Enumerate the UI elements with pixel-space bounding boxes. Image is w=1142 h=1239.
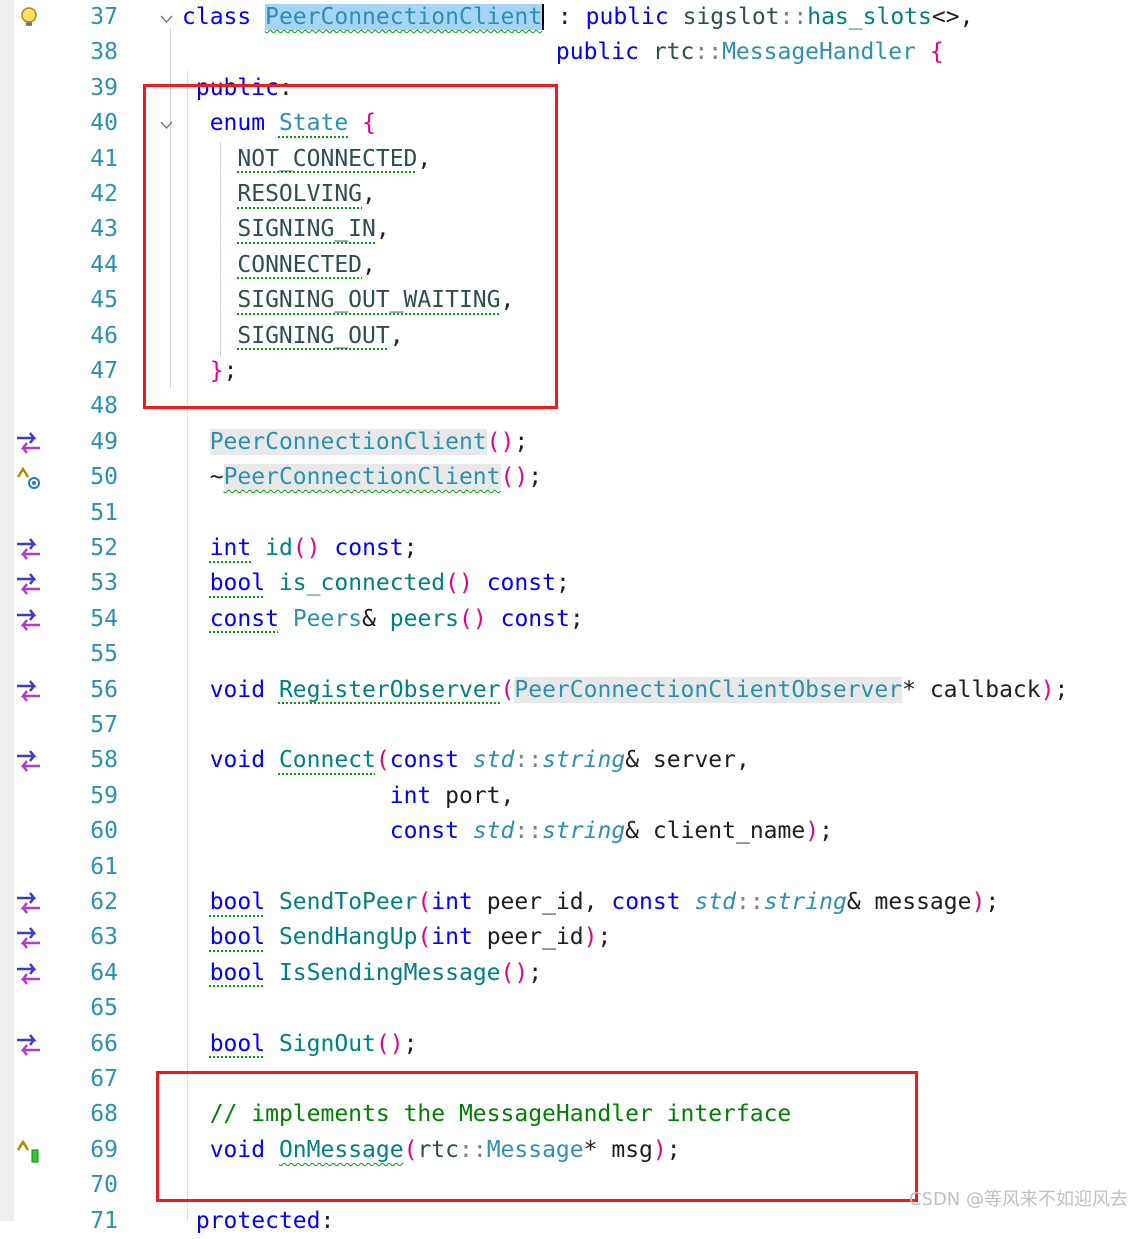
code-text[interactable]: bool SendToPeer(int peer_id, const std::… bbox=[182, 885, 999, 920]
code-line-53[interactable]: 53 bool is_connected() const; bbox=[0, 566, 1142, 601]
line-number: 39 bbox=[90, 74, 118, 101]
code-line-37[interactable]: 37 class PeerConnectionClient : public si… bbox=[0, 0, 1142, 35]
code-line-57[interactable]: 57 bbox=[0, 708, 1142, 743]
code-text[interactable]: PeerConnectionClient(); bbox=[182, 425, 528, 460]
line-number: 48 bbox=[90, 393, 118, 420]
code-line-66[interactable]: 66 bool SignOut(); bbox=[0, 1027, 1142, 1062]
line-number: 58 bbox=[90, 747, 118, 774]
code-line-60[interactable]: 60 const std::string& client_name); bbox=[0, 814, 1142, 849]
code-text[interactable]: int port, bbox=[182, 779, 515, 814]
line-number: 66 bbox=[90, 1030, 118, 1057]
annotation-box-enum-state bbox=[143, 84, 558, 409]
code-text[interactable]: public rtc::MessageHandler { bbox=[182, 35, 944, 70]
line-number: 65 bbox=[90, 995, 118, 1022]
line-number: 41 bbox=[90, 145, 118, 172]
line-number: 42 bbox=[90, 181, 118, 207]
code-text[interactable]: const Peers& peers() const; bbox=[182, 602, 584, 637]
line-number: 47 bbox=[90, 358, 118, 384]
line-number: 56 bbox=[90, 676, 118, 703]
go-to-definition-icon[interactable] bbox=[14, 1032, 44, 1058]
go-to-definition-icon[interactable] bbox=[14, 536, 44, 562]
go-to-definition-icon[interactable] bbox=[14, 890, 44, 916]
code-line-51[interactable]: 51 bbox=[0, 496, 1142, 531]
annotation-box-onmessage bbox=[156, 1071, 918, 1202]
line-number: 43 bbox=[90, 216, 118, 243]
line-number: 61 bbox=[90, 853, 118, 880]
code-text[interactable]: void RegisterObserver(PeerConnectionClie… bbox=[182, 673, 1068, 708]
line-number: 60 bbox=[90, 818, 118, 845]
code-line-38[interactable]: 38 public rtc::MessageHandler { bbox=[0, 35, 1142, 70]
go-to-definition-icon[interactable] bbox=[14, 430, 44, 456]
code-line-50[interactable]: 50 ~PeerConnectionClient(); bbox=[0, 460, 1142, 495]
line-number: 50 bbox=[90, 464, 118, 491]
code-line-64[interactable]: 64 bool IsSendingMessage(); bbox=[0, 956, 1142, 991]
code-line-59[interactable]: 59 int port, bbox=[0, 779, 1142, 814]
line-number: 63 bbox=[90, 924, 118, 951]
line-number: 45 bbox=[90, 287, 118, 314]
code-line-65[interactable]: 65 bbox=[0, 991, 1142, 1026]
line-number: 64 bbox=[90, 959, 118, 986]
code-text[interactable]: bool SendHangUp(int peer_id); bbox=[182, 920, 612, 955]
code-text[interactable]: bool is_connected() const; bbox=[182, 566, 570, 601]
line-number: 49 bbox=[90, 428, 118, 455]
line-number: 37 bbox=[90, 4, 118, 30]
line-number: 70 bbox=[90, 1172, 118, 1199]
line-number: 57 bbox=[90, 712, 118, 738]
line-number: 59 bbox=[90, 782, 118, 809]
lightbulb-icon[interactable] bbox=[14, 5, 44, 31]
go-to-definition-icon[interactable] bbox=[14, 607, 44, 633]
line-number: 40 bbox=[90, 110, 118, 137]
watermark: CSDN @等风来不如迎风去 bbox=[908, 1189, 1128, 1210]
go-to-definition-icon[interactable] bbox=[14, 678, 44, 704]
line-number: 71 bbox=[90, 1207, 118, 1234]
go-to-definition-icon[interactable] bbox=[14, 571, 44, 597]
implements-marker-icon[interactable] bbox=[14, 1138, 44, 1164]
line-number: 62 bbox=[90, 889, 118, 915]
go-to-definition-icon[interactable] bbox=[14, 961, 44, 987]
line-number: 55 bbox=[90, 641, 118, 668]
code-text[interactable]: protected: bbox=[182, 1204, 334, 1239]
code-line-61[interactable]: 61 bbox=[0, 850, 1142, 885]
line-number: 44 bbox=[90, 251, 118, 278]
line-number: 67 bbox=[90, 1066, 118, 1092]
go-to-definition-icon[interactable] bbox=[14, 925, 44, 951]
code-line-52[interactable]: 52 int id() const; bbox=[0, 531, 1142, 566]
line-number: 52 bbox=[90, 535, 118, 561]
code-line-54[interactable]: 54 const Peers& peers() const; bbox=[0, 602, 1142, 637]
code-line-62[interactable]: 62 bool SendToPeer(int peer_id, const st… bbox=[0, 885, 1142, 920]
code-line-63[interactable]: 63 bool SendHangUp(int peer_id); bbox=[0, 920, 1142, 955]
code-text[interactable]: bool SignOut(); bbox=[182, 1027, 418, 1062]
fold-chevron-down-icon[interactable] bbox=[160, 10, 173, 24]
code-text[interactable]: class PeerConnectionClient : public sigs… bbox=[182, 0, 973, 35]
code-text[interactable]: ~PeerConnectionClient(); bbox=[182, 460, 542, 495]
code-text[interactable]: int id() const; bbox=[182, 531, 418, 566]
code-line-58[interactable]: 58 void Connect(const std::string& serve… bbox=[0, 743, 1142, 778]
code-line-56[interactable]: 56 void RegisterObserver(PeerConnectionC… bbox=[0, 673, 1142, 708]
line-number: 38 bbox=[90, 39, 118, 66]
code-text[interactable]: void Connect(const std::string& server, bbox=[182, 743, 750, 778]
code-line-55[interactable]: 55 bbox=[0, 637, 1142, 672]
line-number: 68 bbox=[90, 1101, 118, 1128]
go-to-definition-icon[interactable] bbox=[14, 748, 44, 774]
code-line-49[interactable]: 49 PeerConnectionClient(); bbox=[0, 425, 1142, 460]
line-number: 54 bbox=[90, 605, 118, 632]
line-number: 53 bbox=[90, 570, 118, 597]
line-number: 69 bbox=[90, 1136, 118, 1163]
code-text[interactable]: const std::string& client_name); bbox=[182, 814, 833, 849]
override-marker-icon[interactable] bbox=[14, 465, 44, 491]
line-number: 46 bbox=[90, 322, 118, 349]
line-number: 51 bbox=[90, 499, 118, 526]
code-text[interactable]: bool IsSendingMessage(); bbox=[182, 956, 542, 991]
